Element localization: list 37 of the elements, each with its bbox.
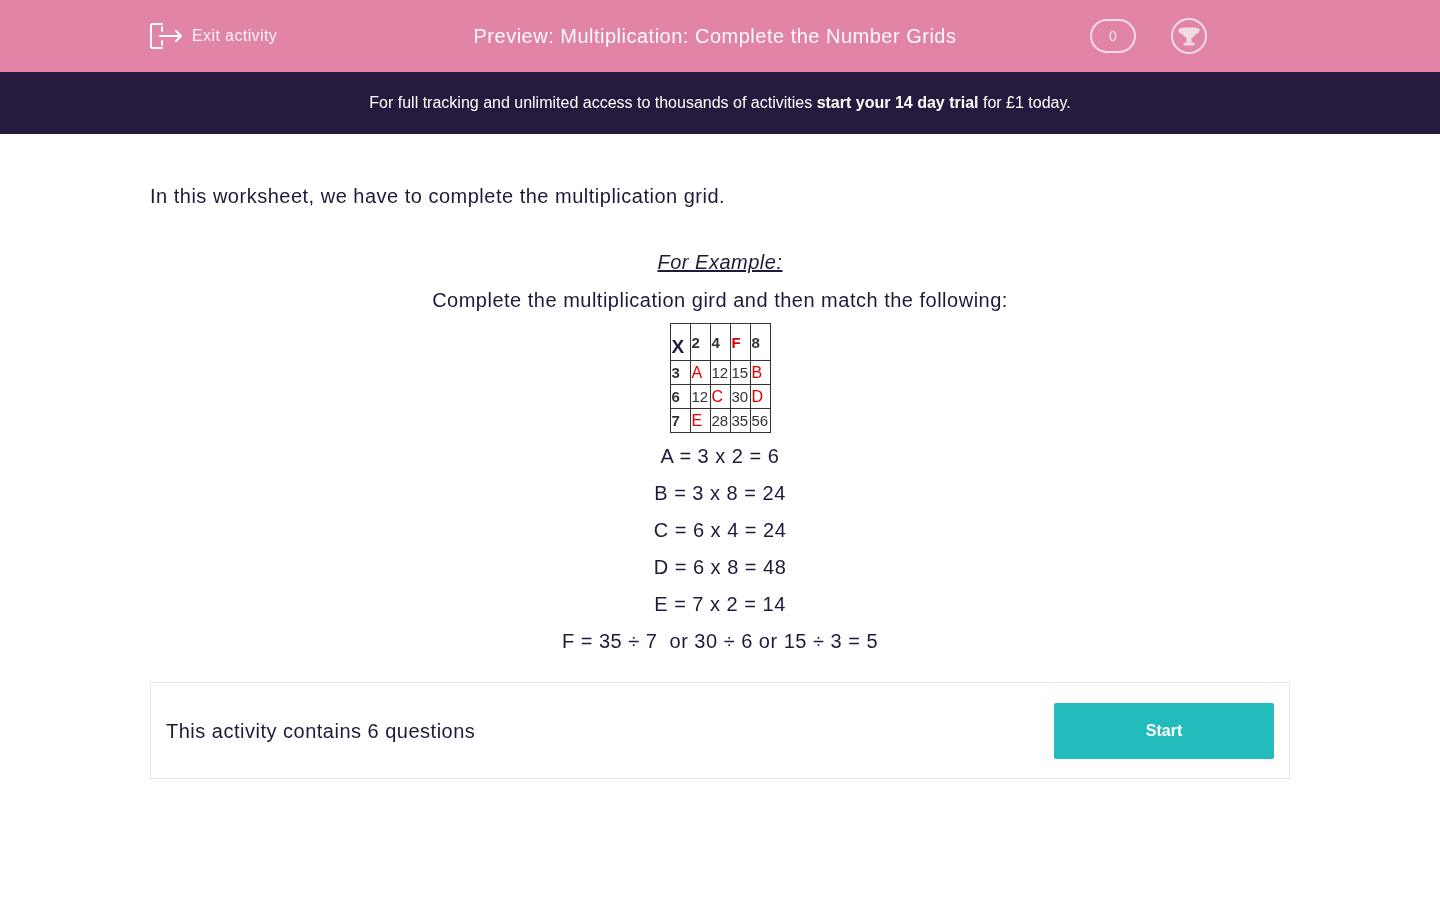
grid-cell: A xyxy=(690,360,710,385)
grid-cell: 8 xyxy=(750,323,770,361)
grid-cell: 7 xyxy=(670,408,690,433)
grid-cell: 12 xyxy=(690,384,710,409)
grid-cell: 2 xyxy=(690,323,710,361)
activity-title: Preview: Multiplication: Complete the Number Grids xyxy=(472,24,958,49)
answer-line: E = 7 x 2 = 14 xyxy=(654,592,786,617)
answer-line: D = 6 x 8 = 48 xyxy=(653,555,787,580)
grid-cell: X xyxy=(670,323,690,361)
grid-cell: 35 xyxy=(730,408,750,433)
intro-text: In this worksheet, we have to complete the multiplication grid. xyxy=(150,184,727,209)
trial-message: For full tracking and unlimited access to thousands of activities start your 14 day trial for £1 today. xyxy=(369,93,1071,113)
grid-cell: 56 xyxy=(750,408,770,433)
score-counter: 0 xyxy=(1090,19,1136,53)
grid-cell: D xyxy=(750,384,770,409)
example-heading: For Example: xyxy=(657,250,783,275)
instruction-text: Complete the multiplication gird and then match the following: xyxy=(432,288,1008,313)
answer-line: F = 35 ÷ 7 or 30 ÷ 6 or 15 ÷ 3 = 5 xyxy=(561,629,879,654)
start-button[interactable]: Start xyxy=(1054,702,1274,759)
grid-cell: 12 xyxy=(710,360,730,385)
question-count-text: This activity contains 6 questions xyxy=(166,718,476,744)
grid-cell: 3 xyxy=(670,360,690,385)
grid-cell: B xyxy=(750,360,770,385)
answer-line: C = 6 x 4 = 24 xyxy=(653,518,787,543)
trophy-icon[interactable] xyxy=(1170,17,1208,55)
exit-activity-link[interactable]: Exit activity xyxy=(150,23,430,49)
exit-icon xyxy=(150,23,182,49)
grid-cell: 15 xyxy=(730,360,750,385)
grid-cell: E xyxy=(690,408,710,433)
grid-cell: F xyxy=(730,323,750,361)
answer-line: A = 3 x 2 = 6 xyxy=(660,444,780,469)
grid-cell: 28 xyxy=(710,408,730,433)
grid-cell: 4 xyxy=(710,323,730,361)
answer-line: B = 3 x 8 = 24 xyxy=(654,481,786,506)
grid-cell: C xyxy=(710,384,730,409)
grid-cell: 6 xyxy=(670,384,690,409)
grid-cell: 30 xyxy=(730,384,750,409)
